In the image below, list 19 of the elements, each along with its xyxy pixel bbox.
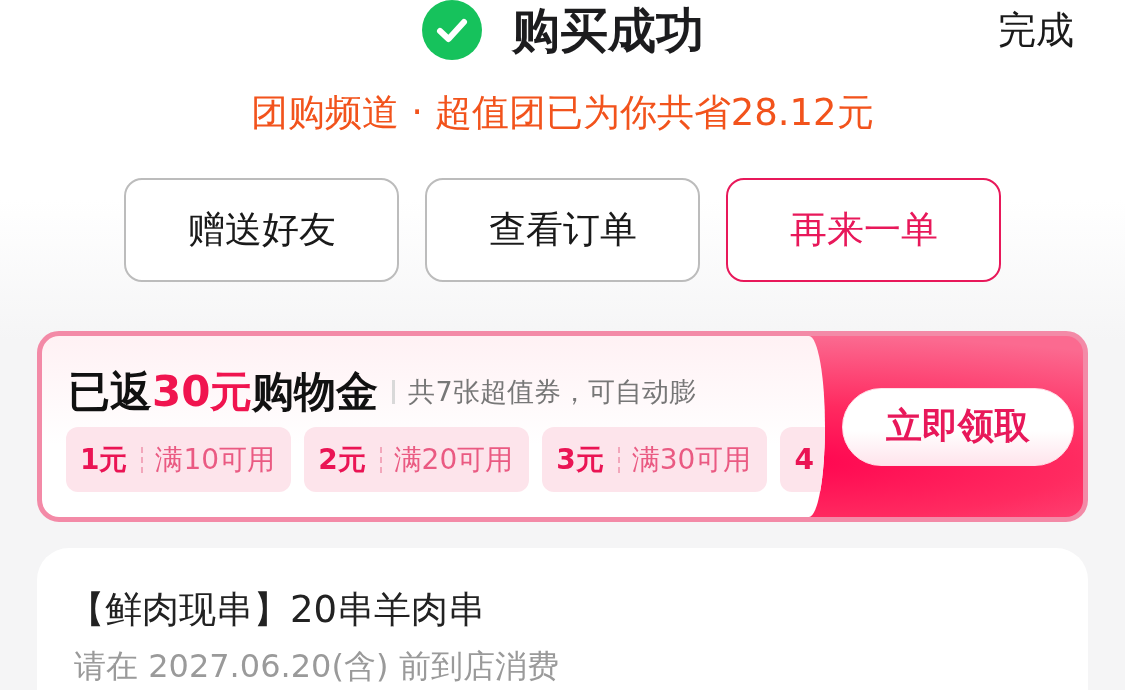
done-button[interactable]: 完成 [998,5,1074,55]
cashback-title: 已返30元购物金 [68,367,379,417]
action-button[interactable]: 再来一单 [726,178,1001,282]
coupon-value: 1元 [80,441,128,478]
coupon-condition: 满20可用 [393,441,514,478]
cashback-subtitle: 共7张超值券，可自动膨 [408,375,696,409]
action-button[interactable]: 赠送好友 [124,178,399,282]
coupon-value: 3元 [556,441,604,478]
coupon-value: 4 [794,443,814,476]
savings-message: 团购频道 · 超值团已为你共省28.12元 [251,90,874,136]
coupon-condition: 满30可用 [631,441,752,478]
order-validity: 请在 2027.06.20(含) 前到店消费 [73,646,560,687]
coupon-value: 2元 [318,441,366,478]
success-check-icon [421,0,482,60]
coupon-condition: 满10可用 [155,441,276,478]
action-button[interactable]: 查看订单 [425,178,700,282]
page-title: 购买成功 [511,1,704,60]
order-title: 【鲜肉现串】20串羊肉串 [68,587,487,633]
claim-button[interactable]: 立即领取 [842,387,1074,466]
